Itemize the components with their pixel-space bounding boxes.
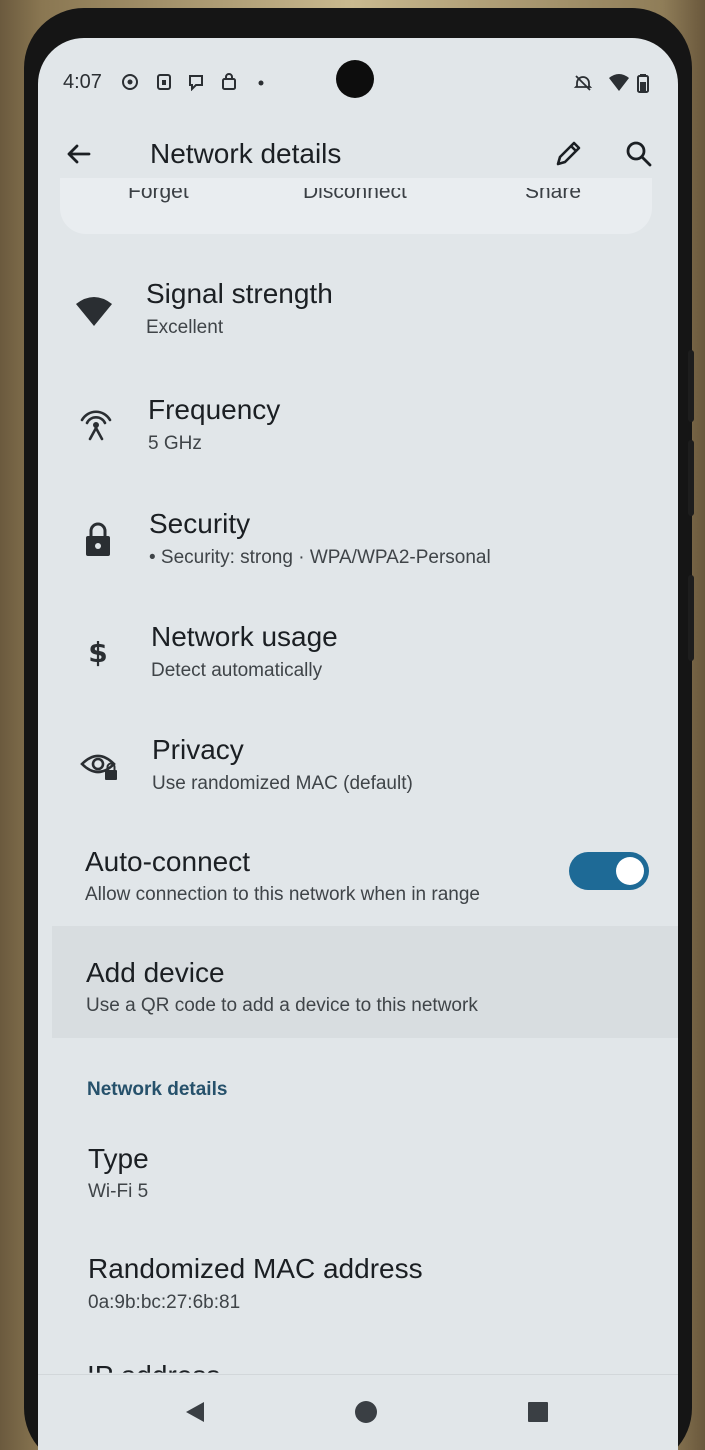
phone-screen: 4:07 Network details Forget Disconnect S…	[38, 38, 678, 1450]
frequency-row: Frequency 5 GHz	[38, 390, 678, 470]
privacy-value: Use randomized MAC (default)	[152, 773, 413, 794]
phone-side-button	[688, 440, 694, 516]
auto-connect-toggle[interactable]	[569, 852, 649, 890]
security-title: Security	[149, 508, 251, 539]
security-row: Security • Security: strong · WPA/WPA2-P…	[38, 504, 678, 584]
privacy-title: Privacy	[152, 734, 244, 765]
mac-address-row: Randomized MAC address 0a:9b:bc:27:6b:81	[38, 1251, 678, 1331]
toggle-knob	[616, 857, 644, 885]
auto-connect-title: Auto-connect	[85, 846, 250, 877]
network-usage-value: Detect automatically	[151, 660, 323, 681]
navigation-bar	[38, 1374, 678, 1450]
add-device-row[interactable]: Add device Use a QR code to add a device…	[38, 955, 678, 1035]
signal-strength-value: Excellent	[146, 317, 224, 338]
bag-notification-icon	[222, 73, 236, 90]
add-device-title: Add device	[86, 957, 225, 988]
signal-strength-row: Signal strength Excellent	[38, 274, 678, 354]
auto-connect-description: Allow connection to this network when in…	[85, 884, 481, 905]
dot-icon	[258, 80, 264, 86]
circle-notification-icon	[122, 74, 138, 90]
arrow-left-icon[interactable]	[60, 136, 96, 172]
add-device-description: Use a QR code to add a device to this ne…	[86, 995, 478, 1016]
lock-icon	[86, 522, 110, 556]
pencil-icon[interactable]	[550, 136, 586, 172]
sim-notification-icon	[157, 74, 171, 90]
network-usage-row[interactable]: $ Network usage Detect automatically	[38, 617, 678, 697]
front-camera	[336, 60, 374, 98]
type-value: Wi-Fi 5	[88, 1181, 149, 1202]
frequency-title: Frequency	[148, 394, 281, 425]
phone-side-button	[688, 350, 694, 422]
type-row: Type Wi-Fi 5	[38, 1141, 678, 1221]
type-title: Type	[88, 1143, 149, 1174]
back-triangle-icon[interactable]	[182, 1399, 208, 1425]
antenna-icon	[80, 410, 112, 441]
recents-square-icon[interactable]	[525, 1399, 551, 1425]
message-notification-icon	[189, 75, 203, 91]
battery-icon	[637, 74, 649, 93]
silent-icon	[573, 75, 593, 91]
privacy-row[interactable]: Privacy Use randomized MAC (default)	[38, 730, 678, 810]
svg-text:$: $	[88, 636, 107, 669]
network-details-section-header: Network details	[87, 1079, 228, 1100]
privacy-eye-icon	[80, 754, 117, 780]
security-value: • Security: strong · WPA/WPA2-Personal	[149, 547, 491, 568]
action-buttons-card	[60, 178, 652, 234]
wifi-icon	[76, 297, 112, 326]
wifi-signal-icon	[609, 74, 629, 91]
mac-address-title: Randomized MAC address	[88, 1253, 423, 1284]
frequency-value: 5 GHz	[148, 433, 202, 454]
phone-side-button	[688, 575, 694, 661]
home-circle-icon[interactable]	[353, 1399, 379, 1425]
search-icon[interactable]	[621, 136, 657, 172]
page-title: Network details	[150, 138, 342, 169]
status-time: 4:07	[63, 71, 102, 93]
dollar-icon: $	[88, 636, 107, 669]
network-usage-title: Network usage	[151, 621, 338, 652]
signal-strength-title: Signal strength	[146, 278, 333, 309]
status-bar: 4:07	[38, 38, 678, 126]
mac-address-value: 0a:9b:bc:27:6b:81	[88, 1292, 241, 1313]
